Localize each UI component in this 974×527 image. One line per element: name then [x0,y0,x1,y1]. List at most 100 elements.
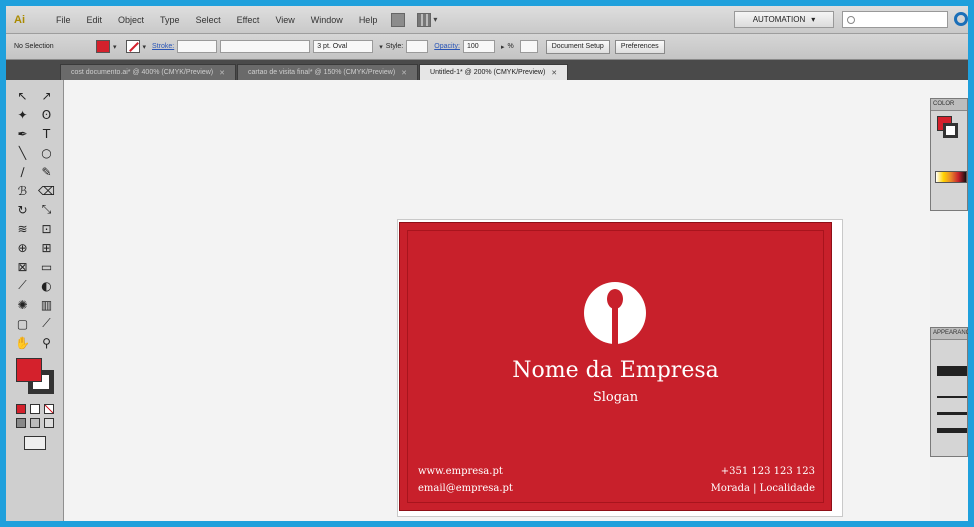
perspective-grid-tool-icon[interactable]: ⊞ [37,239,57,256]
lasso-tool-icon[interactable]: ʘ [37,106,57,123]
canvas-area[interactable]: Nome da Empresa Slogan www.empresa.pt em… [64,80,930,521]
screen-mode-icon[interactable] [23,436,46,450]
pencil-tool-icon[interactable]: ✎ [37,163,57,180]
fill-color-swatch[interactable] [16,358,42,382]
workspace-switcher[interactable]: AUTOMATION ▾ [734,11,834,28]
website-text: www.empresa.pt [418,466,503,477]
pen-tool-icon[interactable]: ✒ [13,125,33,142]
slice-tool-icon[interactable]: ⟋ [37,315,57,332]
color-panel-title: COLOR [931,99,967,111]
draw-normal-icon[interactable] [15,418,26,428]
tab-label: cost documento.ai* @ 400% (CMYK/Preview) [71,69,214,76]
column-graph-tool-icon[interactable]: ▥ [37,296,57,313]
close-icon[interactable]: ✕ [401,69,407,77]
mesh-tool-icon[interactable]: ⊠ [13,258,33,275]
gradient-mode-icon[interactable] [29,404,40,414]
stroke-weight-field[interactable] [177,40,218,53]
chevron-down-icon[interactable]: ▾ [379,43,383,51]
tab-document-2[interactable]: cartao de visita final* @ 150% (CMYK/Pre… [236,64,419,80]
magic-wand-tool-icon[interactable]: ✦ [13,106,33,123]
type-tool-icon[interactable]: T [37,125,57,142]
tools-panel: ↖ ↗ ✦ ʘ ✒ T ╲ ○ ∕ ✎ ℬ ⌫ ↻ ⤡ ≋ ⊡ ⊕ ⊞ ⊠ ▭ ⟋ ◐ ✺ ▥ ▢ ⟋ ✋… [6,80,64,521]
scale-tool-icon[interactable]: ⤡ [37,201,57,218]
color-spectrum[interactable] [935,171,967,183]
opacity-field[interactable]: 100 [462,40,495,53]
panel-stroke-swatch[interactable] [943,123,958,138]
tab-document-1[interactable]: cost documento.ai* @ 400% (CMYK/Preview)… [60,64,236,80]
ellipse-tool-icon[interactable]: ○ [37,144,57,161]
line-tool-icon[interactable]: ╲ [13,144,33,161]
contact-right: +351 123 123 123 Morada | Localidade [711,463,815,497]
draw-inside-icon[interactable] [43,418,54,428]
spoon-handle [612,306,618,344]
variable-width-field[interactable] [220,40,311,53]
style-field[interactable] [406,40,429,53]
phone-text: +351 123 123 123 [720,466,815,477]
contact-left: www.empresa.pt email@empresa.pt [418,463,513,497]
chevron-right-icon[interactable]: ▸ [501,43,505,51]
stroke-preview-thin[interactable] [937,396,967,398]
menu-bar: Ai File Edit Object Type Select Effect V… [6,6,968,34]
appearance-panel-title: APPEARANCE [931,328,974,340]
blob-brush-tool-icon[interactable]: ℬ [13,182,33,199]
menu-effect[interactable]: Effect [229,15,268,25]
gradient-tool-icon[interactable]: ▭ [37,258,57,275]
eraser-tool-icon[interactable]: ⌫ [37,182,57,199]
menu-view[interactable]: View [267,15,302,25]
color-panel[interactable]: COLOR [930,98,968,211]
arrange-documents-icon[interactable] [417,12,432,27]
menu-type[interactable]: Type [152,15,188,25]
artboard-tool-icon[interactable]: ▢ [13,315,33,332]
close-icon[interactable]: ✕ [551,69,557,77]
draw-behind-icon[interactable] [29,418,40,428]
address-text: Morada | Localidade [710,483,815,494]
tab-document-3[interactable]: Untitled-1* @ 200% (CMYK/Preview) ✕ [419,64,569,80]
recolor-icon[interactable] [519,40,538,53]
stroke-preview-thick[interactable] [937,366,967,376]
stroke-label[interactable]: Stroke: [152,43,174,50]
free-transform-tool-icon[interactable]: ⊡ [37,220,57,237]
paintbrush-tool-icon[interactable]: ∕ [13,163,33,180]
document-tab-bar: cost documento.ai* @ 400% (CMYK/Preview)… [6,60,968,80]
close-icon[interactable]: ✕ [219,69,225,77]
stroke-preview-medium[interactable] [937,412,967,415]
bridge-icon[interactable] [391,12,406,27]
opacity-label[interactable]: Opacity: [434,43,460,50]
hand-tool-icon[interactable]: ✋ [13,334,33,351]
none-mode-icon[interactable] [43,404,54,414]
appearance-panel[interactable]: APPEARANCE [930,327,974,457]
stroke-preview-bold[interactable] [937,428,967,433]
illustrator-logo: Ai [14,13,25,26]
document-setup-button[interactable]: Document Setup [545,39,610,54]
spoon-logo-icon [584,282,646,344]
blend-tool-icon[interactable]: ◐ [37,277,57,294]
chevron-down-icon[interactable]: ▾ [113,43,117,51]
shape-builder-tool-icon[interactable]: ⊕ [13,239,33,256]
warp-tool-icon[interactable]: ≋ [13,220,33,237]
control-bar: No Selection ▾ ▾ Stroke: 3 pt. Oval ▾ St… [6,34,968,60]
eyedropper-tool-icon[interactable]: ⟋ [13,277,33,294]
selection-tool-icon[interactable]: ↖ [13,87,33,104]
fill-swatch[interactable] [96,40,110,53]
opacity-value: 100 [466,43,479,50]
menu-help[interactable]: Help [351,15,386,25]
chevron-down-icon[interactable]: ▾ [143,43,147,51]
search-input[interactable] [842,11,948,28]
chevron-down-icon[interactable]: ▾ [433,15,437,24]
brush-field[interactable]: 3 pt. Oval [313,40,374,53]
menu-select[interactable]: Select [188,15,229,25]
color-mode-icon[interactable] [15,404,26,414]
menu-edit[interactable]: Edit [79,15,111,25]
business-card[interactable]: Nome da Empresa Slogan www.empresa.pt em… [399,222,832,511]
zoom-tool-icon[interactable]: ⚲ [37,334,57,351]
rotate-tool-icon[interactable]: ↻ [13,201,33,218]
stroke-swatch[interactable] [125,40,140,53]
menu-window[interactable]: Window [303,15,351,25]
fill-stroke-widget [10,356,59,400]
preferences-button[interactable]: Preferences [614,39,665,54]
symbol-sprayer-tool-icon[interactable]: ✺ [13,296,33,313]
menu-file[interactable]: File [48,15,79,25]
cs-live-icon[interactable] [954,12,968,26]
menu-object[interactable]: Object [110,15,152,25]
direct-selection-tool-icon[interactable]: ↗ [37,87,57,104]
